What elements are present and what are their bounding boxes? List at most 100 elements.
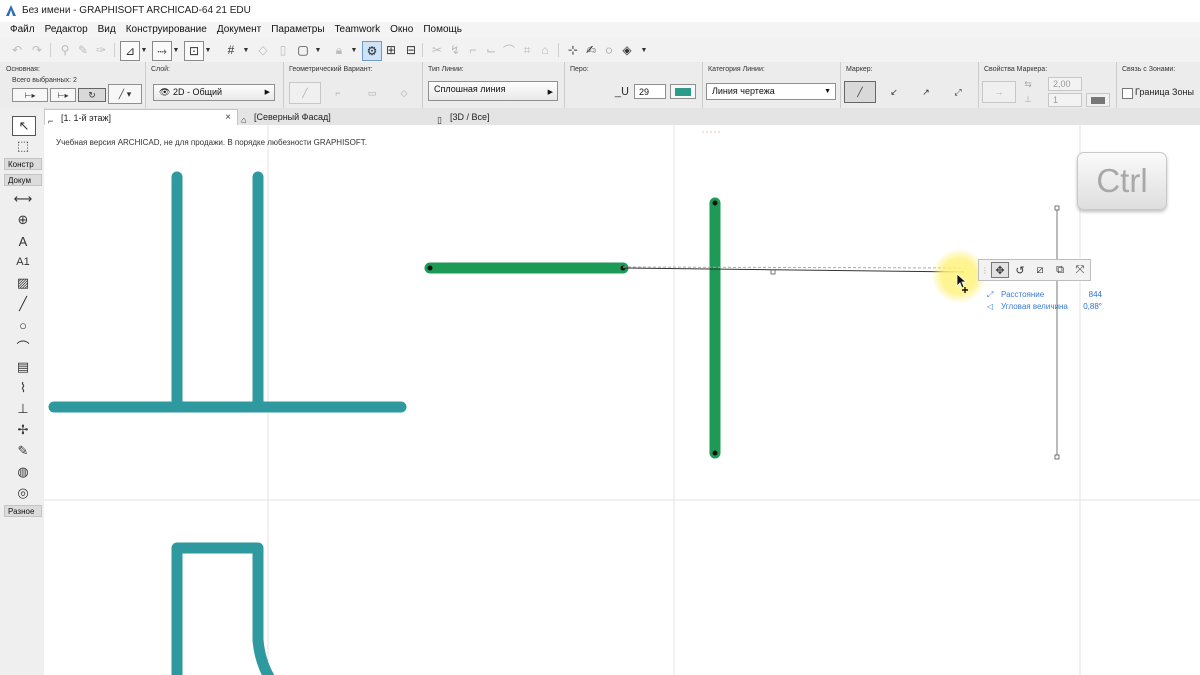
chevron-down-icon[interactable]: ▼	[640, 41, 648, 59]
marker-start-button[interactable]: ↙	[882, 81, 906, 103]
endpoint-marker[interactable]	[427, 265, 433, 271]
arc-tool-icon[interactable]: ⌒	[12, 337, 34, 355]
chevron-down-icon[interactable]: ▼	[314, 41, 322, 59]
fillet-icon[interactable]: ⌒	[500, 41, 518, 59]
align-icon[interactable]: ↯	[446, 41, 464, 59]
tab-floor-plan[interactable]: ⌐ [1. 1-й этаж] ×	[44, 109, 238, 126]
pen-color-button[interactable]	[670, 84, 696, 99]
snap-guides-icon[interactable]: ⤑	[152, 41, 172, 61]
linetype-dropdown[interactable]: Сплошная линия ▶	[428, 81, 558, 101]
layer-settings-icon[interactable]: ⊞	[382, 41, 400, 59]
adjust-icon[interactable]: ⌐	[464, 41, 482, 59]
render-icon[interactable]: ◈	[618, 41, 636, 59]
suspend-groups-icon[interactable]: ⊡	[184, 41, 204, 61]
explode-icon[interactable]: ⌂	[536, 41, 554, 59]
arrow-tool-icon[interactable]: ↖	[12, 116, 36, 136]
menu-file[interactable]: Файл	[0, 22, 40, 38]
colorize-icon[interactable]: ◌	[600, 41, 618, 59]
reference-point-button[interactable]: ⊢▸	[50, 88, 76, 102]
tracker-value[interactable]: 0,88°	[1083, 301, 1102, 313]
marker-pen-field[interactable]: 1	[1048, 93, 1082, 107]
marker-both-button[interactable]: ⤢	[946, 81, 970, 103]
group-icon[interactable]: ⊹	[564, 41, 582, 59]
edit-handle[interactable]	[770, 269, 776, 275]
zone-boundary-checkbox[interactable]	[1122, 88, 1133, 99]
fill-tool-icon[interactable]: ▨	[12, 274, 34, 292]
pen-edit-icon[interactable]: ✍	[582, 41, 600, 59]
endpoint-marker[interactable]	[712, 450, 718, 456]
menu-document[interactable]: Документ	[212, 22, 266, 38]
circle-tool-icon[interactable]: ○	[12, 316, 34, 334]
section-tool-icon[interactable]: ◍	[12, 463, 34, 481]
line-geometry-button[interactable]: ╱ ▾	[108, 84, 142, 104]
redo-icon[interactable]: ↷	[28, 41, 46, 59]
floor-plan-canvas[interactable]: Учебная версия ARCHICAD, не для продажи.…	[44, 125, 1200, 675]
dimension-tool-icon[interactable]: ⟷	[12, 190, 34, 208]
close-icon[interactable]: ×	[225, 110, 231, 126]
geometry-chained-button[interactable]: ⌐	[327, 82, 349, 104]
menu-options[interactable]: Параметры	[266, 22, 329, 38]
pen-number-field[interactable]: 29	[634, 84, 666, 99]
chevron-down-icon[interactable]: ▼	[242, 41, 250, 59]
marker-end-button[interactable]: ↗	[914, 81, 938, 103]
menu-window[interactable]: Окно	[385, 22, 418, 38]
polyline-tool-icon[interactable]: ▤	[12, 358, 34, 376]
menu-design[interactable]: Конструирование	[121, 22, 212, 38]
marker-pen-color-button[interactable]	[1086, 93, 1110, 107]
hotspot-point-tool-icon[interactable]: ✢	[12, 421, 34, 439]
chevron-down-icon[interactable]: ▼	[140, 41, 148, 59]
tab-3d-all[interactable]: ▯ [3D / Все]	[434, 109, 628, 125]
toolbox-group-document[interactable]: Докум	[4, 174, 42, 186]
chevron-down-icon[interactable]: ▼	[204, 41, 212, 59]
spline-tool-icon[interactable]: ⌇	[12, 379, 34, 397]
edit-handle[interactable]	[1054, 454, 1060, 460]
intersect-icon[interactable]: ⌙	[482, 41, 500, 59]
dimension-settings-icon[interactable]: ⊟	[402, 41, 420, 59]
tab-north-elevation[interactable]: ⌂ [Северный Фасад]	[238, 109, 434, 125]
marker-type-button[interactable]: →	[982, 81, 1016, 103]
pick-up-parameters-icon[interactable]: ⚲	[56, 41, 74, 59]
view-options-icon[interactable]: ▢	[294, 41, 312, 59]
label-tool-icon[interactable]: A1	[12, 253, 34, 271]
hotspot-tool-icon[interactable]: ⊥	[12, 400, 34, 418]
grid-icon[interactable]: #	[222, 41, 240, 59]
menu-teamwork[interactable]: Teamwork	[330, 22, 386, 38]
endpoint-marker[interactable]	[712, 200, 718, 206]
elevation-tool-icon[interactable]: ◎	[12, 484, 34, 502]
tracker-value[interactable]: 844	[1089, 289, 1102, 301]
toolbox-group-more[interactable]: Разное	[4, 505, 42, 517]
grid-snap-icon[interactable]: ⊿	[120, 41, 140, 61]
teal-arc[interactable]	[252, 634, 275, 675]
trace-icon[interactable]: ◇	[254, 41, 272, 59]
stretch-icon[interactable]: ⤧	[1071, 262, 1089, 278]
category-dropdown[interactable]: Линия чертежа ▼	[706, 83, 836, 100]
menu-help[interactable]: Помощь	[418, 22, 467, 38]
drawing-tool-icon[interactable]: ✎	[12, 442, 34, 460]
rotate-icon[interactable]: ↺	[1011, 262, 1029, 278]
move-icon[interactable]: ✥	[991, 262, 1009, 278]
magic-wand-icon[interactable]: ⚙	[362, 41, 382, 61]
marker-size-field[interactable]: 2,00	[1048, 77, 1082, 91]
edit-handle[interactable]	[1054, 205, 1060, 211]
toolbox-group-design[interactable]: Констр	[4, 158, 42, 170]
marker-none-button[interactable]: ╱	[844, 81, 876, 103]
elevate-icon[interactable]: ⧉	[1051, 262, 1069, 278]
teal-line[interactable]	[171, 542, 264, 675]
rotate-button[interactable]: ↻	[78, 88, 106, 102]
lock-icon[interactable]: 🔒︎	[330, 41, 348, 59]
chevron-down-icon[interactable]: ▼	[172, 41, 180, 59]
line-tool-icon[interactable]: ╱	[12, 295, 34, 313]
level-dimension-tool-icon[interactable]: ⊕	[12, 211, 34, 229]
menu-view[interactable]: Вид	[93, 22, 121, 38]
scissors-icon[interactable]: ✂	[428, 41, 446, 59]
geometry-rotated-rectangle-button[interactable]: ◇	[393, 82, 415, 104]
undo-icon[interactable]: ↶	[8, 41, 26, 59]
copy-icon[interactable]: ▯	[274, 41, 292, 59]
eyedropper-icon[interactable]: ✎	[74, 41, 92, 59]
inject-parameters-icon[interactable]: ✑	[92, 41, 110, 59]
menu-edit[interactable]: Редактор	[40, 22, 93, 38]
reference-line-button[interactable]: ⊢▸	[12, 88, 48, 102]
geometry-straight-button[interactable]: ╱	[289, 82, 321, 104]
offset-icon[interactable]: ⌗	[518, 41, 536, 59]
layer-dropdown[interactable]: 👁︎ 2D - Общий ▶	[153, 84, 275, 101]
